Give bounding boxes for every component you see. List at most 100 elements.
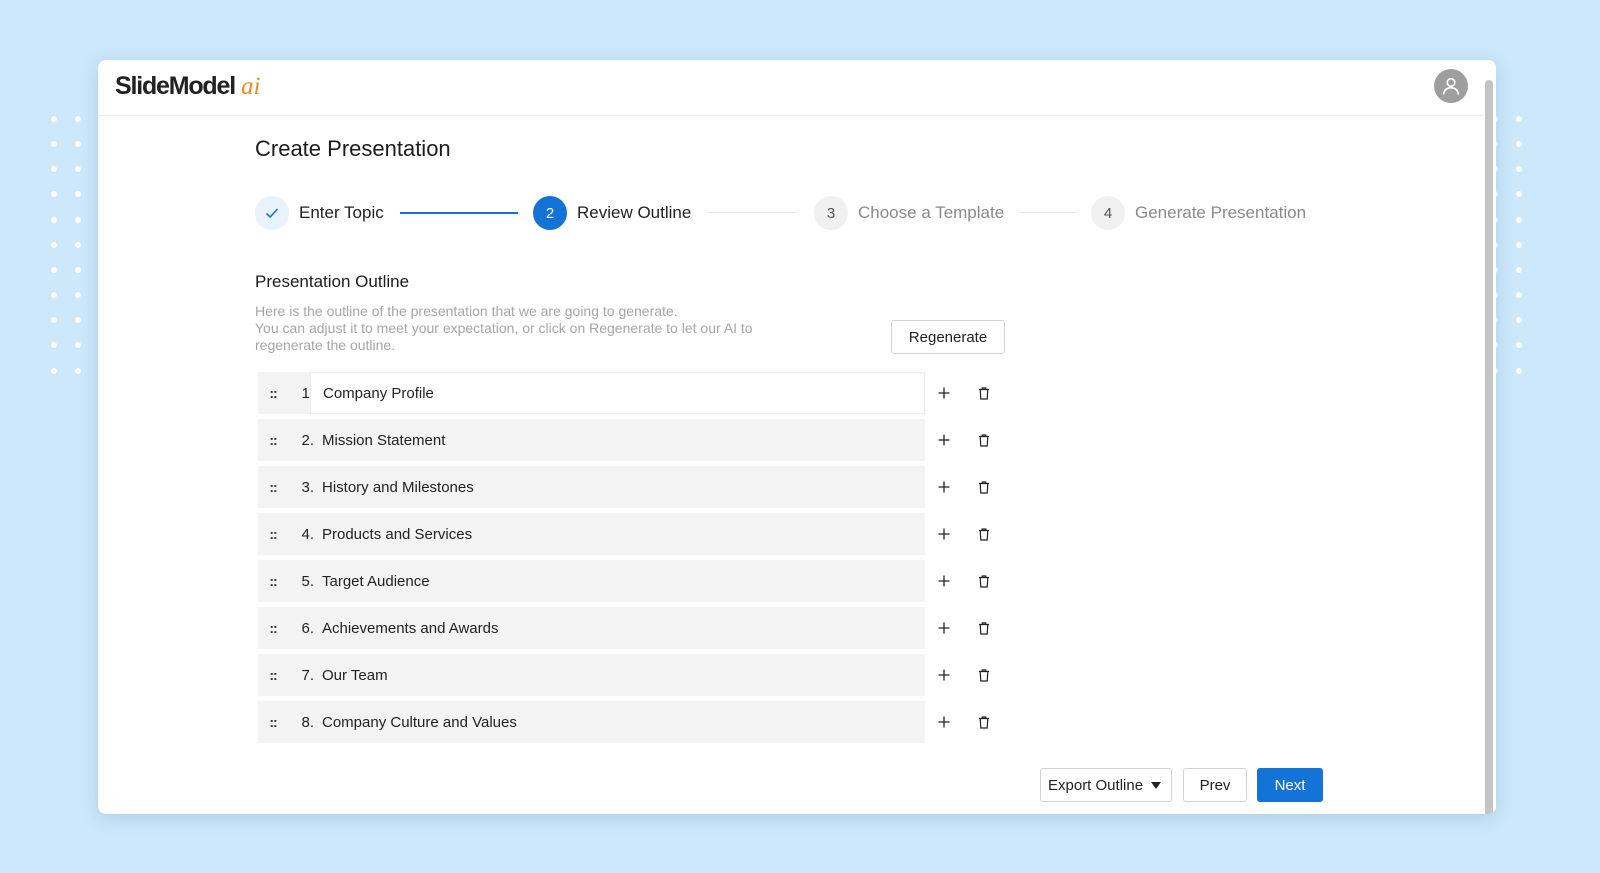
trash-icon bbox=[979, 715, 989, 729]
outline-item-input[interactable]: Company Culture and Values bbox=[310, 701, 925, 743]
step-label: Enter Topic bbox=[299, 203, 384, 222]
step-choose-template[interactable]: 3 Choose a Template bbox=[814, 195, 1004, 231]
outline-section-title: Presentation Outline bbox=[255, 272, 410, 291]
add-item-button[interactable] bbox=[934, 477, 954, 497]
step-check-circle bbox=[255, 196, 289, 230]
add-item-button[interactable] bbox=[934, 665, 954, 685]
add-item-button[interactable] bbox=[934, 430, 954, 450]
outline-item-text: Products and Services bbox=[322, 525, 473, 543]
trash-icon bbox=[979, 668, 989, 682]
outline-item: :: 8. Company Culture and Values bbox=[258, 701, 925, 743]
outline-row: :: 8. Company Culture and Values bbox=[258, 701, 998, 743]
next-button[interactable]: Next bbox=[1257, 768, 1323, 802]
step-connector bbox=[707, 212, 797, 213]
delete-item-button[interactable] bbox=[974, 430, 994, 450]
plus-icon bbox=[938, 575, 950, 587]
drag-handle-icon[interactable]: :: bbox=[258, 573, 288, 589]
trash-icon bbox=[979, 574, 989, 588]
caret-down-icon bbox=[1151, 781, 1162, 789]
step-number: 4 bbox=[1091, 196, 1125, 230]
delete-item-button[interactable] bbox=[974, 383, 994, 403]
step-label: Review Outline bbox=[577, 203, 692, 222]
regenerate-button[interactable]: Regenerate bbox=[891, 320, 1005, 354]
outline-item: :: 7. Our Team bbox=[258, 654, 925, 696]
delete-item-button[interactable] bbox=[974, 618, 994, 638]
user-icon bbox=[1442, 77, 1460, 95]
outline-item-input[interactable]: Products and Services bbox=[310, 513, 925, 555]
drag-handle-icon[interactable]: :: bbox=[258, 385, 288, 401]
outline-item: :: 6. Achievements and Awards bbox=[258, 607, 925, 649]
outline-item-text: History and Milestones bbox=[322, 478, 474, 496]
step-enter-topic[interactable]: Enter Topic bbox=[255, 195, 384, 231]
checkmark-icon bbox=[265, 208, 279, 219]
delete-item-button[interactable] bbox=[974, 712, 994, 732]
outline-item-text: Company Culture and Values bbox=[322, 713, 517, 731]
step-number: 3 bbox=[814, 196, 848, 230]
scrollbar-thumb[interactable] bbox=[1485, 80, 1493, 814]
plus-icon bbox=[938, 481, 950, 493]
drag-handle-icon[interactable]: :: bbox=[258, 432, 288, 448]
outline-row: :: 7. Our Team bbox=[258, 654, 998, 696]
outline-item: :: 2. Mission Statement bbox=[258, 419, 925, 461]
outline-item-input[interactable]: Company Profile bbox=[310, 372, 925, 414]
trash-icon bbox=[979, 433, 989, 447]
plus-icon bbox=[938, 669, 950, 681]
outline-row: :: 2. Mission Statement bbox=[258, 419, 998, 461]
scrollbar[interactable] bbox=[1482, 60, 1496, 814]
export-outline-button[interactable]: Export Outline bbox=[1040, 768, 1172, 802]
outline-item-text: Our Team bbox=[322, 666, 388, 684]
step-label: Choose a Template bbox=[858, 203, 1005, 222]
app-window: SlideModel ai Create Presentation Enter … bbox=[98, 60, 1496, 814]
outline-item: :: 1. Company Profile bbox=[258, 372, 925, 414]
app-logo[interactable]: SlideModel ai bbox=[115, 72, 260, 101]
trash-icon bbox=[979, 621, 989, 635]
outline-item: :: 3. History and Milestones bbox=[258, 466, 925, 508]
add-item-button[interactable] bbox=[934, 571, 954, 591]
outline-item-input[interactable]: Target Audience bbox=[310, 560, 925, 602]
delete-item-button[interactable] bbox=[974, 524, 994, 544]
outline-item-text: Mission Statement bbox=[322, 431, 446, 449]
outline-description-line: You can adjust it to meet your expectati… bbox=[255, 320, 753, 353]
outline-item-text: Achievements and Awards bbox=[322, 619, 499, 637]
add-item-button[interactable] bbox=[934, 383, 954, 403]
outline-row: :: 3. History and Milestones bbox=[258, 466, 998, 508]
plus-icon bbox=[938, 622, 950, 634]
trash-icon bbox=[979, 480, 989, 494]
outline-description: Here is the outline of the presentation … bbox=[255, 303, 815, 354]
trash-icon bbox=[979, 386, 989, 400]
outline-row: :: 1. Company Profile bbox=[258, 372, 998, 414]
step-label: Generate Presentation bbox=[1135, 203, 1307, 222]
add-item-button[interactable] bbox=[934, 618, 954, 638]
outline-item-input[interactable]: Mission Statement bbox=[310, 419, 925, 461]
delete-item-button[interactable] bbox=[974, 477, 994, 497]
plus-icon bbox=[938, 387, 950, 399]
drag-handle-icon[interactable]: :: bbox=[258, 620, 288, 636]
drag-handle-icon[interactable]: :: bbox=[258, 714, 288, 730]
delete-item-button[interactable] bbox=[974, 665, 994, 685]
outline-item: :: 4. Products and Services bbox=[258, 513, 925, 555]
step-generate-presentation[interactable]: 4 Generate Presentation bbox=[1091, 195, 1306, 231]
add-item-button[interactable] bbox=[934, 712, 954, 732]
drag-handle-icon[interactable]: :: bbox=[258, 667, 288, 683]
prev-button[interactable]: Prev bbox=[1183, 768, 1247, 802]
progress-stepper: Enter Topic 2 Review Outline 3 Choose a … bbox=[255, 195, 1425, 231]
outline-item-input[interactable]: History and Milestones bbox=[310, 466, 925, 508]
step-review-outline[interactable]: 2 Review Outline bbox=[533, 195, 691, 231]
plus-icon bbox=[938, 716, 950, 728]
export-outline-label: Export Outline bbox=[1048, 776, 1144, 794]
plus-icon bbox=[938, 434, 950, 446]
user-avatar[interactable] bbox=[1434, 69, 1468, 103]
plus-icon bbox=[938, 528, 950, 540]
outline-item-input[interactable]: Our Team bbox=[310, 654, 925, 696]
delete-item-button[interactable] bbox=[974, 571, 994, 591]
drag-handle-icon[interactable]: :: bbox=[258, 479, 288, 495]
outline-item: :: 5. Target Audience bbox=[258, 560, 925, 602]
step-number: 2 bbox=[533, 196, 567, 230]
logo-ai-mark: ai bbox=[240, 73, 261, 100]
outline-row: :: 6. Achievements and Awards bbox=[258, 607, 998, 649]
trash-icon bbox=[979, 527, 989, 541]
page-title: Create Presentation bbox=[255, 136, 451, 161]
add-item-button[interactable] bbox=[934, 524, 954, 544]
outline-item-input[interactable]: Achievements and Awards bbox=[310, 607, 925, 649]
drag-handle-icon[interactable]: :: bbox=[258, 526, 288, 542]
